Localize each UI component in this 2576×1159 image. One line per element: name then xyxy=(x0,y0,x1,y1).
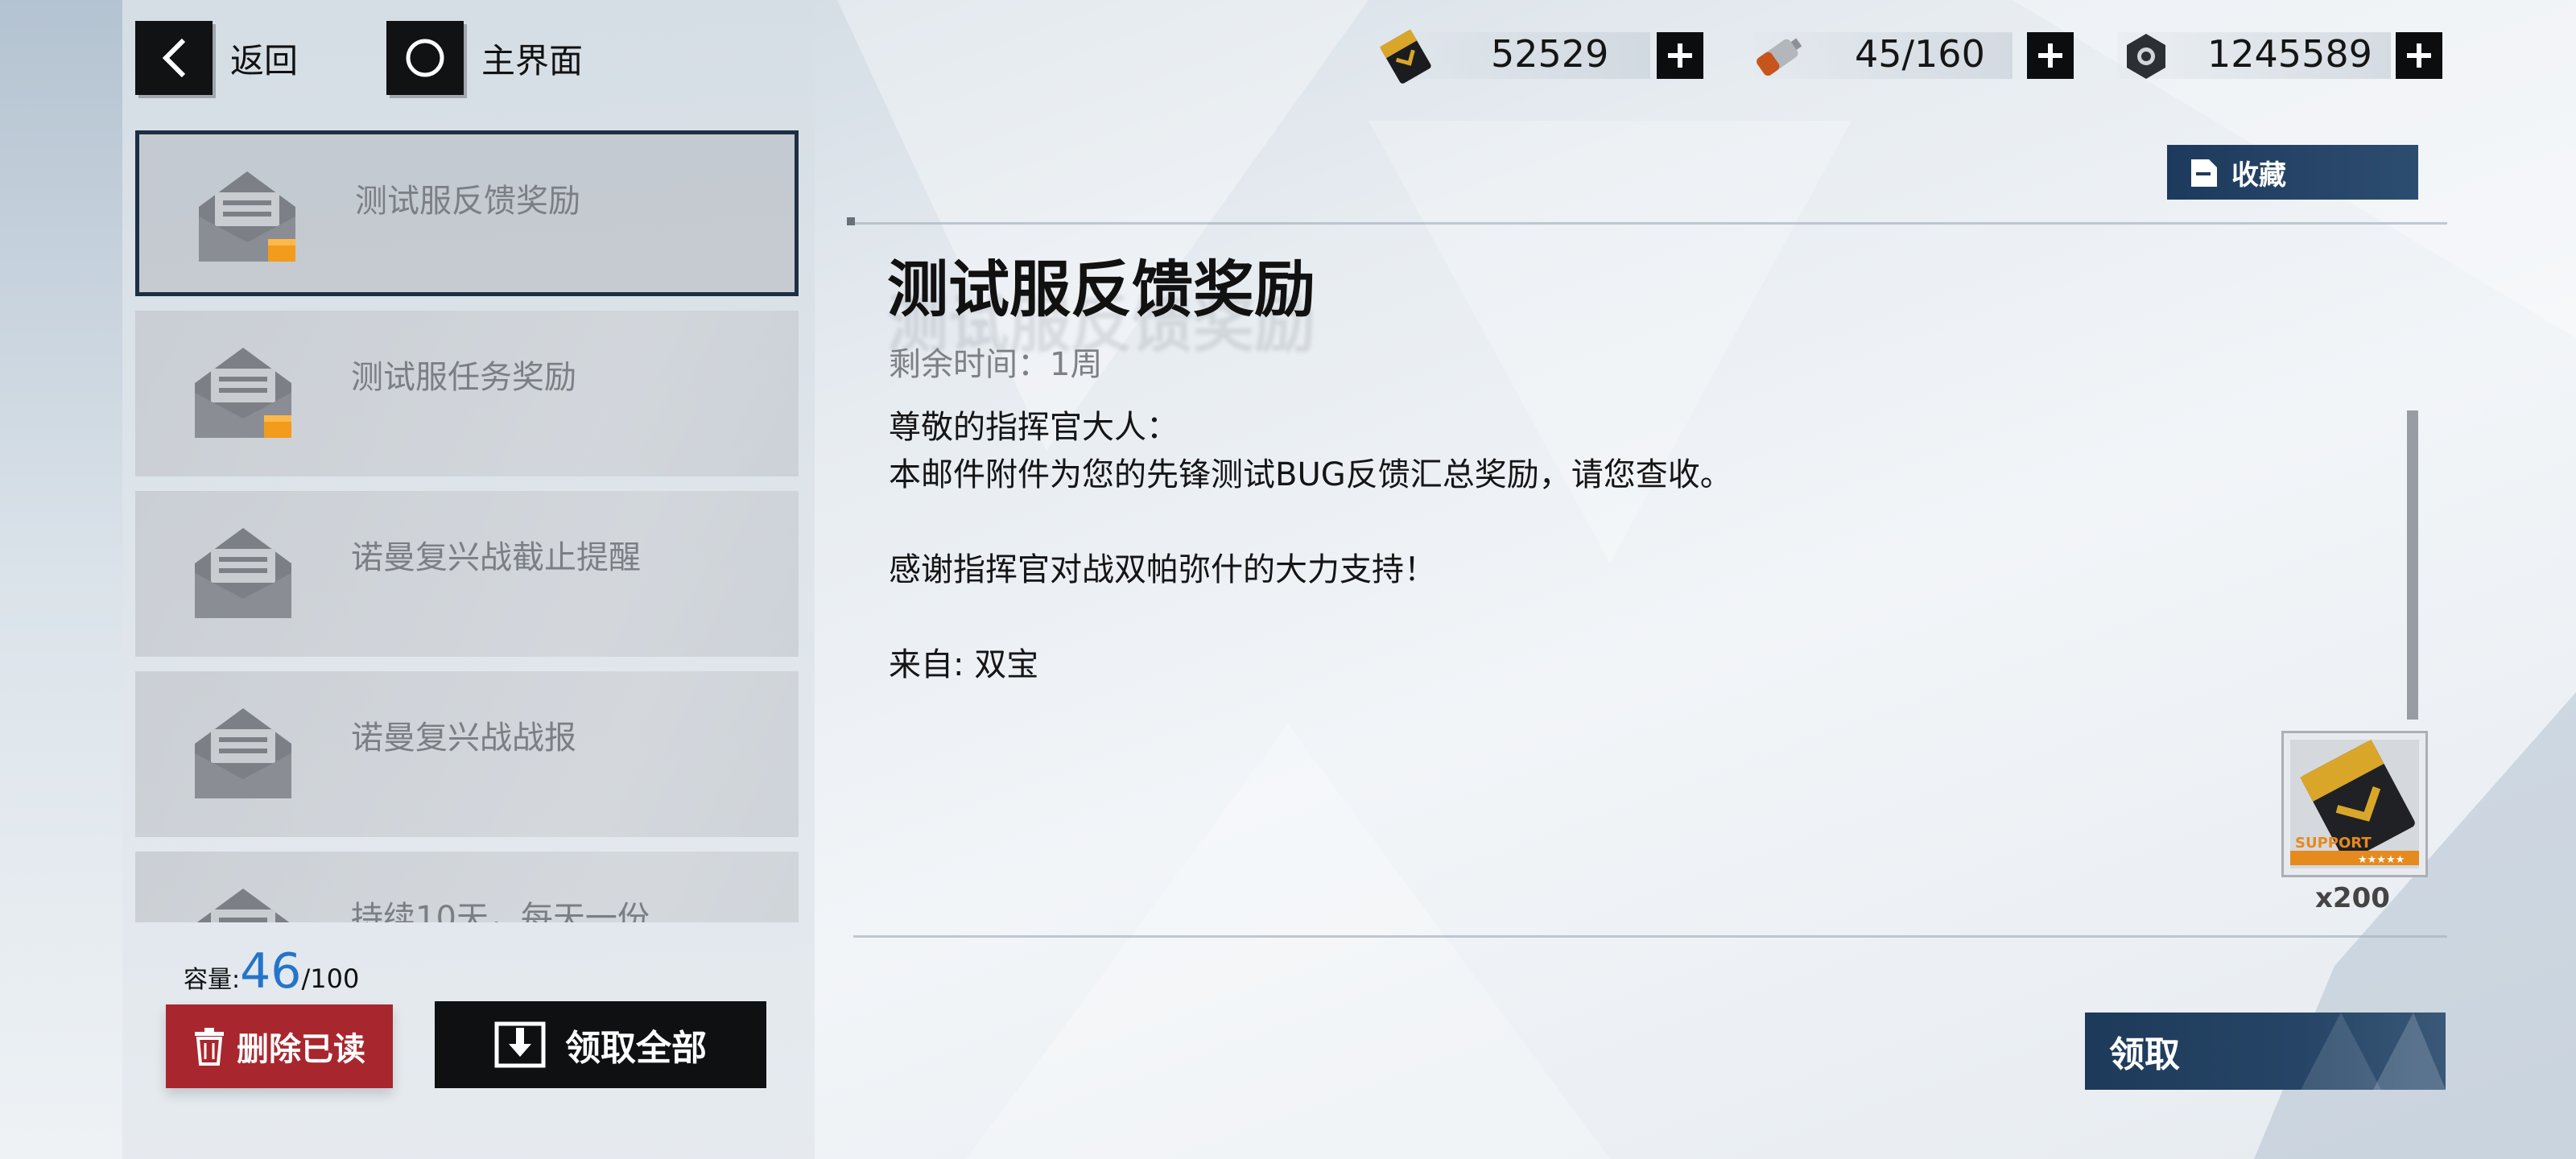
mail-list-item[interactable]: 持续10天，每天一份 xyxy=(135,852,799,922)
gold-card-value: 52529 xyxy=(1491,32,1609,76)
home-label: 主界面 xyxy=(481,40,584,80)
envelope-icon xyxy=(195,348,291,438)
mail-list-item[interactable]: 测试服反馈奖励 xyxy=(135,130,799,296)
add-battery-button[interactable] xyxy=(2027,32,2074,79)
reward-item[interactable]: SUPPORT ★★★★★ xyxy=(2281,731,2428,877)
plus-icon xyxy=(2407,43,2431,68)
envelope-icon xyxy=(195,528,291,618)
collect-button[interactable]: 收藏 xyxy=(2167,145,2418,200)
battery-value: 45/160 xyxy=(1855,32,1985,76)
claim-button-decor xyxy=(2301,1013,2446,1090)
mail-body-line: 感谢指挥官对战双帕弥什的大力支持！ xyxy=(889,551,1436,588)
hex-nut-icon xyxy=(2127,34,2165,79)
mail-item-title: 测试服任务奖励 xyxy=(351,359,576,396)
capacity-max: /100 xyxy=(301,963,360,994)
trash-icon xyxy=(195,1028,224,1066)
resource-gold-card xyxy=(1377,27,1435,85)
hex-nut-value: 1245589 xyxy=(2207,32,2372,76)
divider-marker xyxy=(847,217,855,225)
mail-body-line xyxy=(889,594,1732,641)
claim-button[interactable]: 领取 xyxy=(2085,1013,2446,1090)
mail-list-item[interactable]: 诺曼复兴战战报 xyxy=(135,671,799,837)
remaining-time: 剩余时间：1周 xyxy=(889,346,1103,383)
envelope-icon xyxy=(199,171,295,262)
plus-icon xyxy=(1668,43,1692,68)
plus-icon xyxy=(2038,43,2062,68)
mail-body-line: 来自: 双宝 xyxy=(889,646,1039,683)
mail-item-title: 测试服反馈奖励 xyxy=(355,183,580,220)
capacity-indicator: 容量: 46 /100 xyxy=(184,943,359,1000)
mail-body: 尊敬的指挥官大人： 本邮件附件为您的先锋测试BUG反馈汇总奖励，请您查收。 感谢… xyxy=(889,404,1732,689)
home-button[interactable]: 主界面 xyxy=(386,21,583,95)
gold-card-icon xyxy=(1379,29,1431,84)
folder-icon xyxy=(2191,159,2217,187)
mail-heading: 测试服反馈奖励 xyxy=(887,254,1315,325)
delete-read-label: 删除已读 xyxy=(237,1031,365,1068)
reward-stars: ★★★★★ xyxy=(2358,854,2405,866)
envelope-icon xyxy=(195,708,291,798)
envelope-icon xyxy=(196,889,290,922)
content-divider-top xyxy=(853,222,2447,225)
capacity-label: 容量: xyxy=(184,966,241,994)
add-hex-nut-button[interactable] xyxy=(2396,32,2442,79)
mail-item-title: 诺曼复兴战截止提醒 xyxy=(351,539,641,576)
claim-label: 领取 xyxy=(2109,1034,2180,1075)
download-icon xyxy=(494,1021,546,1068)
claim-all-button[interactable]: 领取全部 xyxy=(435,1001,766,1088)
circle-icon xyxy=(386,21,464,95)
resource-battery xyxy=(1745,27,1810,85)
chevron-left-icon xyxy=(135,21,213,95)
mail-list-item[interactable]: 测试服任务奖励 xyxy=(135,311,799,476)
reward-card-text: SUPPORT xyxy=(2295,835,2372,852)
mail-body-line xyxy=(889,499,1732,547)
back-label: 返回 xyxy=(230,40,299,80)
support-card-icon: SUPPORT ★★★★★ xyxy=(2290,739,2419,868)
mail-item-title: 诺曼复兴战战报 xyxy=(351,720,576,757)
battery-icon xyxy=(1757,38,1802,76)
resource-hex-nut xyxy=(2117,27,2175,85)
mail-item-title: 持续10天，每天一份 xyxy=(351,900,650,922)
collect-label: 收藏 xyxy=(2231,159,2286,192)
mail-list-item[interactable]: 诺曼复兴战截止提醒 xyxy=(135,491,799,657)
reward-count: x200 xyxy=(2315,882,2390,914)
mail-list: 测试服反馈奖励测试服任务奖励诺曼复兴战截止提醒 诺曼复兴战战报持续10天，每天一份 xyxy=(135,130,799,922)
mail-body-line: 尊敬的指挥官大人： xyxy=(889,409,1179,446)
back-button[interactable]: 返回 xyxy=(135,21,298,95)
delete-read-button[interactable]: 删除已读 xyxy=(166,1004,393,1088)
left-edge-bg xyxy=(0,0,122,1159)
scrollbar[interactable] xyxy=(2407,410,2418,720)
capacity-value: 46 xyxy=(240,943,302,1000)
claim-all-label: 领取全部 xyxy=(565,1028,707,1069)
add-gold-card-button[interactable] xyxy=(1657,32,1703,79)
mail-body-line: 本邮件附件为您的先锋测试BUG反馈汇总奖励，请您查收。 xyxy=(889,456,1732,493)
content-divider-bottom xyxy=(853,935,2447,938)
